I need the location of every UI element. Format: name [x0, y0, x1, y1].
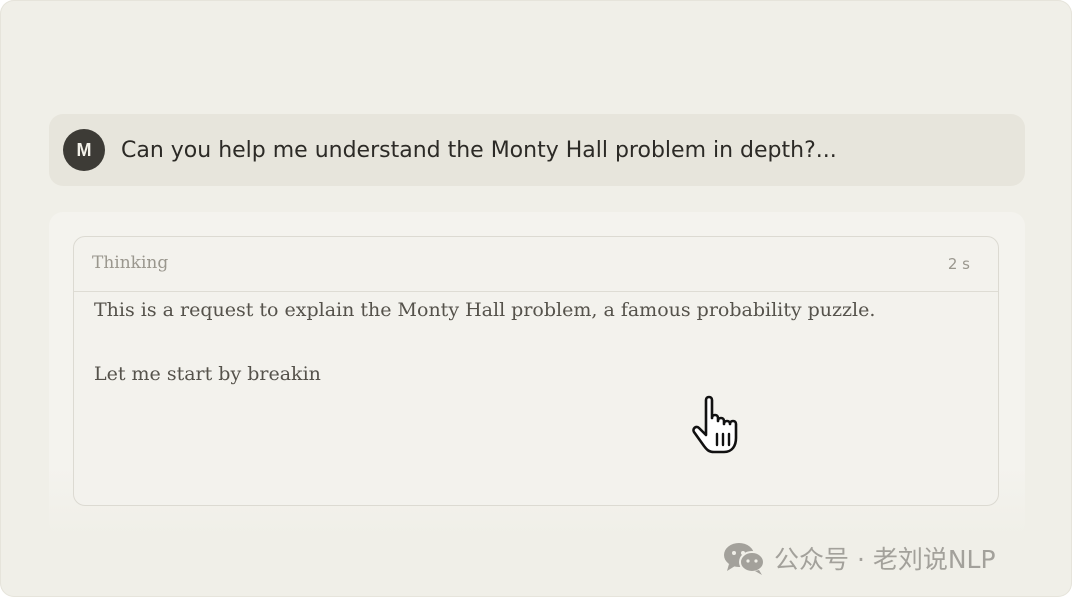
- user-avatar[interactable]: M: [63, 129, 105, 171]
- thinking-line: This is a request to explain the Monty H…: [94, 299, 876, 321]
- thinking-label: Thinking: [92, 253, 169, 273]
- user-message-text: Can you help me understand the Monty Hal…: [121, 138, 837, 163]
- thinking-content: This is a request to explain the Monty H…: [94, 295, 974, 391]
- watermark: 公众号 · 老刘说NLP: [722, 538, 996, 578]
- wechat-icon: [724, 543, 765, 575]
- thinking-line: Let me start by breakin: [94, 363, 321, 385]
- thinking-panel: Thinking 2 s This is a request to explai…: [73, 236, 999, 506]
- thinking-duration: 2 s: [947, 255, 970, 273]
- hand-pointer-icon: [692, 395, 738, 454]
- chat-window: M Can you help me understand the Monty H…: [0, 0, 1072, 597]
- watermark-text: 公众号 · 老刘说NLP: [774, 545, 996, 574]
- thinking-header[interactable]: Thinking 2 s: [74, 237, 998, 292]
- user-message: M Can you help me understand the Monty H…: [49, 114, 1025, 186]
